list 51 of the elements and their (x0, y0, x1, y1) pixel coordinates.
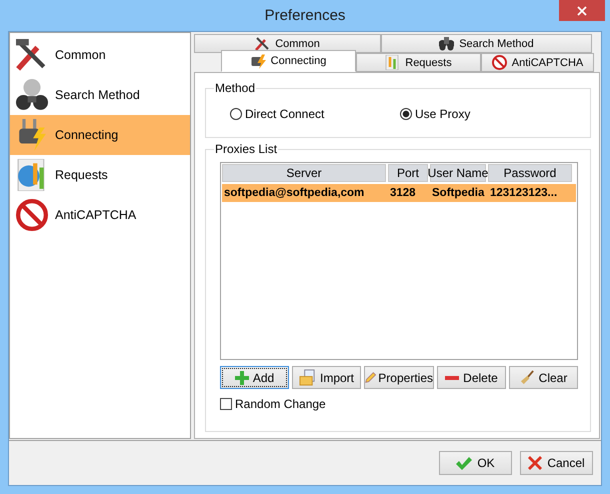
pencil-icon (365, 370, 376, 385)
checkbox[interactable] (220, 398, 232, 410)
action-button[interactable]: Delete (437, 366, 506, 389)
radio-label: Use Proxy (415, 107, 470, 121)
column-header[interactable]: Port (388, 164, 428, 182)
table-cell-text: 3128 (389, 186, 417, 201)
checkbox-label: Random Change (235, 397, 326, 411)
action-button[interactable]: Properties (364, 366, 434, 389)
radio-button[interactable] (400, 108, 412, 120)
tab[interactable]: Connecting (221, 50, 356, 72)
column-header[interactable]: User Name (430, 164, 486, 182)
ok-button[interactable]: OK (439, 451, 512, 475)
tab[interactable]: Requests (356, 53, 481, 72)
cross-icon (528, 456, 542, 470)
sidebar-item[interactable]: AntiCAPTCHA (10, 195, 190, 235)
close-icon (577, 6, 587, 16)
radio-label: Direct Connect (245, 107, 324, 121)
table-cell-text: Softpedia (431, 186, 486, 201)
tab[interactable]: AntiCAPTCHA (481, 53, 594, 72)
binoculars-icon (439, 36, 454, 51)
plus-icon (234, 370, 249, 384)
sidebar-item[interactable]: Requests (10, 155, 190, 195)
forbidden-icon (492, 55, 507, 70)
folder-icon (298, 369, 316, 386)
binoculars-icon (16, 79, 48, 111)
column-header[interactable]: Server (222, 164, 386, 182)
table-row[interactable]: softpedia@softpedia,com 3128 Softpedia 123123123... (222, 184, 576, 202)
plug-icon (16, 119, 48, 151)
column-header[interactable]: Password (488, 164, 572, 182)
action-button[interactable]: Import (292, 366, 361, 389)
sidebar-item[interactable]: Connecting (10, 115, 190, 155)
group-title: Method (214, 81, 256, 95)
sidebar-item[interactable]: Search Method (10, 75, 190, 115)
radio-button[interactable] (230, 108, 242, 120)
group-title: Proxies List (214, 142, 278, 156)
broom-icon (520, 370, 535, 385)
tools-icon (16, 39, 48, 71)
table-cell-text: 123123123... (489, 186, 558, 201)
sidebar-item[interactable]: Common (10, 35, 190, 75)
plug-icon (250, 54, 266, 68)
close-button[interactable] (559, 0, 605, 21)
window-title: Preferences (264, 7, 346, 24)
tab[interactable]: Search Method (381, 34, 592, 53)
cancel-button[interactable]: Cancel (520, 451, 593, 475)
forbidden-icon (16, 199, 48, 231)
action-button[interactable]: Add (220, 366, 289, 389)
table-cell-text: softpedia@softpedia,com (223, 186, 366, 201)
action-button[interactable]: Clear (509, 366, 578, 389)
minus-icon (445, 376, 460, 380)
tools-icon (255, 36, 270, 51)
checkmark-icon (456, 456, 472, 470)
